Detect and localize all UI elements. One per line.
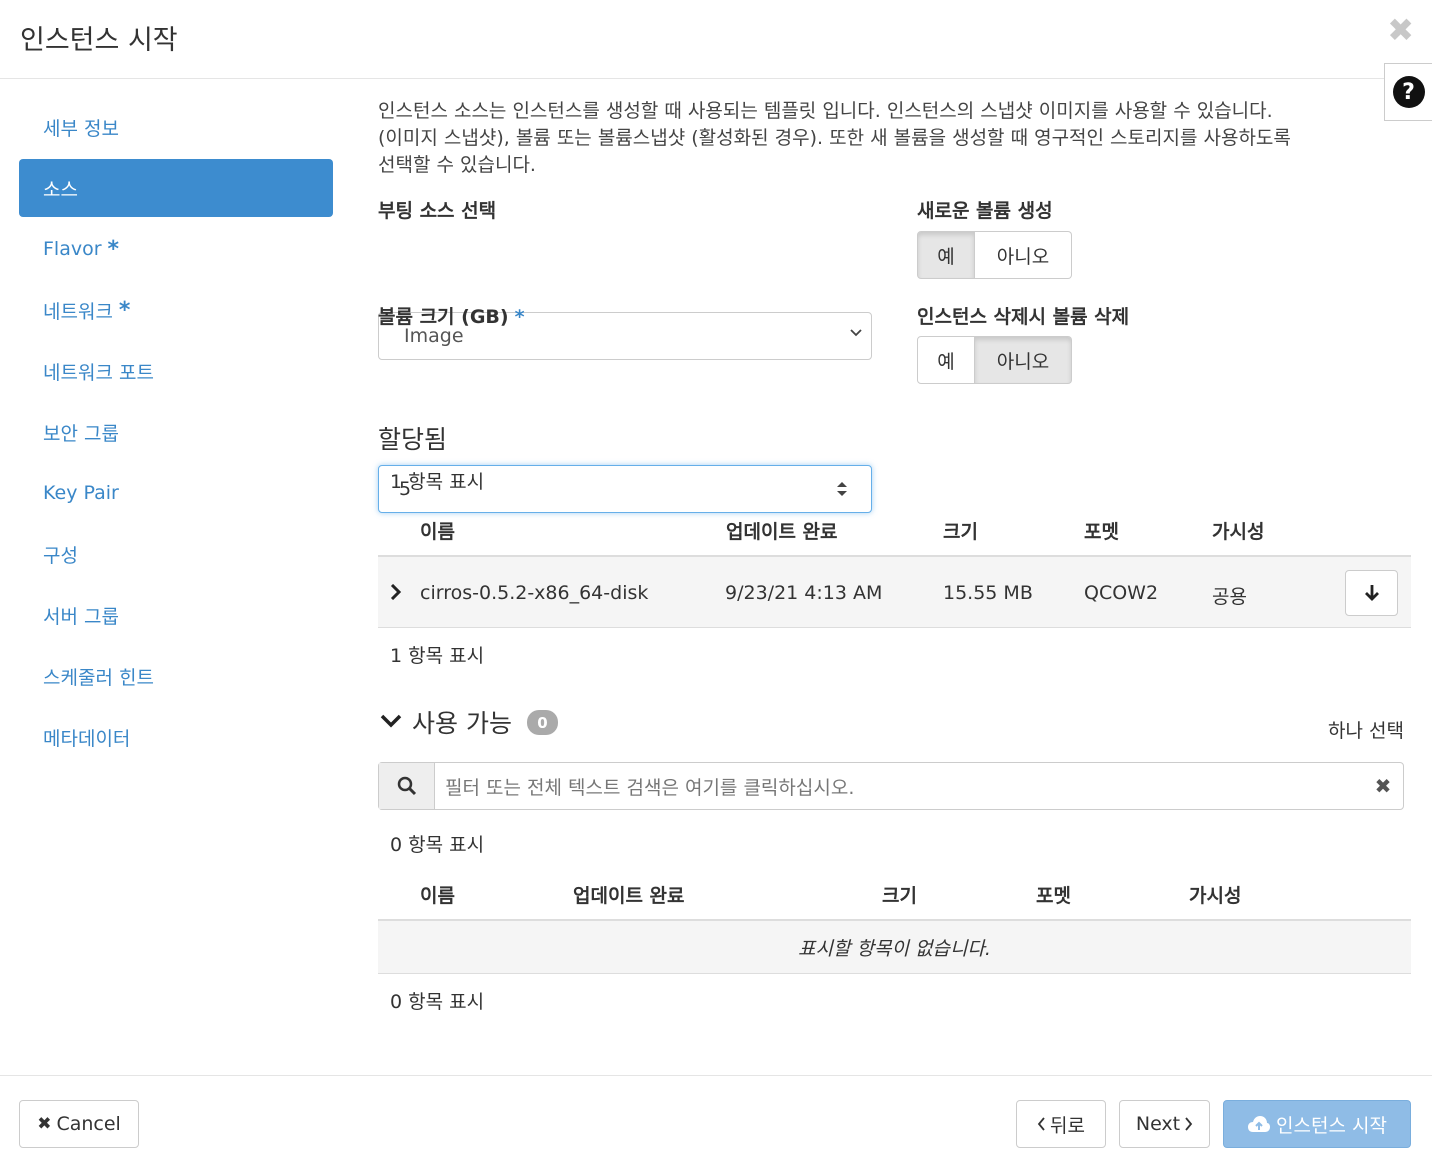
column-header-visibility[interactable]: 가시성 bbox=[1212, 517, 1264, 544]
column-header-updated[interactable]: 업데이트 완료 bbox=[726, 517, 838, 544]
dialog-footer: ✖ Cancel 뒤로 Next 인스턴스 시작 bbox=[0, 1075, 1432, 1172]
sidebar-item-network-ports[interactable]: 네트워크 포트 bbox=[19, 342, 333, 400]
sidebar-item-label: Flavor bbox=[43, 238, 102, 260]
wizard-sidebar: 세부 정보 소스 Flavor * 네트워크 * 네트워크 포트 보안 그룹 Key… bbox=[19, 98, 333, 769]
dialog-title: 인스턴스 시작 bbox=[20, 25, 178, 56]
chevron-down-icon bbox=[850, 329, 862, 337]
sidebar-item-label: 스케줄러 힌트 bbox=[43, 666, 154, 689]
allocated-title: 할당됨 bbox=[378, 425, 448, 454]
number-spinner-icon[interactable] bbox=[835, 479, 849, 499]
search-addon bbox=[379, 763, 435, 809]
available-count-top: 0 항목 표시 bbox=[390, 834, 485, 856]
row-visibility: 공용 bbox=[1212, 586, 1247, 608]
table-divider bbox=[378, 973, 1411, 974]
sidebar-item-flavor[interactable]: Flavor * bbox=[19, 220, 333, 278]
chevron-left-icon bbox=[1037, 1117, 1045, 1131]
column-header-size[interactable]: 크기 bbox=[943, 517, 978, 544]
sidebar-item-metadata[interactable]: 메타데이터 bbox=[19, 708, 333, 766]
sidebar-item-network[interactable]: 네트워크 * bbox=[19, 281, 333, 339]
sidebar-item-label: 소스 bbox=[43, 178, 78, 201]
search-icon bbox=[397, 776, 416, 796]
description-line: 인스턴스 소스는 인스턴스를 생성할 때 사용되는 템플릿 입니다. 인스턴스의… bbox=[378, 100, 1273, 122]
back-label: 뒤로 bbox=[1050, 1114, 1085, 1137]
empty-message: 표시할 항목이 없습니다. bbox=[378, 921, 1411, 973]
clear-filter-icon[interactable]: ✖ bbox=[1363, 763, 1403, 809]
available-title[interactable]: 사용 가능 bbox=[412, 704, 512, 740]
delete-volume-no-button[interactable]: 아니오 bbox=[975, 336, 1072, 384]
new-volume-yes-button[interactable]: 예 bbox=[917, 231, 975, 279]
source-description: 인스턴스 소스는 인스턴스를 생성할 때 사용되는 템플릿 입니다. 인스턴스의… bbox=[378, 98, 1378, 179]
search-input[interactable]: 필터 또는 전체 텍스트 검색은 여기를 클릭하십시오. bbox=[435, 763, 1363, 809]
column-header-updated[interactable]: 업데이트 완료 bbox=[573, 881, 685, 908]
allocated-count-top: 1 항목 표시 bbox=[390, 471, 485, 493]
available-count-badge: 0 bbox=[527, 710, 558, 735]
row-size: 15.55 MB bbox=[943, 582, 1033, 604]
deallocate-button[interactable] bbox=[1345, 570, 1398, 616]
available-count-bottom: 0 항목 표시 bbox=[390, 991, 485, 1013]
required-icon: * bbox=[514, 306, 525, 328]
column-header-visibility[interactable]: 가시성 bbox=[1189, 881, 1241, 908]
next-button[interactable]: Next bbox=[1119, 1100, 1210, 1148]
allocated-count-bottom: 1 항목 표시 bbox=[390, 645, 485, 667]
new-volume-toggle: 예 아니오 bbox=[917, 231, 1072, 279]
sidebar-item-details[interactable]: 세부 정보 bbox=[19, 98, 333, 156]
sidebar-item-server-groups[interactable]: 서버 그룹 bbox=[19, 586, 333, 644]
source-panel: 인스턴스 소스는 인스턴스를 생성할 때 사용되는 템플릿 입니다. 인스턴스의… bbox=[378, 98, 1411, 1013]
sidebar-item-label: Key Pair bbox=[43, 482, 119, 504]
next-label: Next bbox=[1135, 1113, 1181, 1135]
table-divider bbox=[378, 627, 1411, 628]
dialog-header: 인스턴스 시작 ✖ bbox=[0, 0, 1432, 79]
sidebar-item-configuration[interactable]: 구성 bbox=[19, 525, 333, 583]
back-button[interactable]: 뒤로 bbox=[1016, 1100, 1106, 1148]
volume-size-label-text: 볼륨 크기 (GB) bbox=[378, 306, 509, 328]
delete-volume-toggle: 예 아니오 bbox=[917, 336, 1072, 384]
close-icon[interactable]: ✖ bbox=[1387, 14, 1414, 46]
select-one-label: 하나 선택 bbox=[1328, 720, 1404, 742]
sidebar-item-label: 네트워크 bbox=[43, 300, 113, 323]
sidebar-item-label: 보안 그룹 bbox=[43, 422, 119, 445]
delete-volume-label: 인스턴스 삭제시 볼륨 삭제 bbox=[917, 306, 1130, 328]
close-icon: ✖ bbox=[37, 1114, 52, 1134]
arrow-down-icon bbox=[1364, 585, 1379, 601]
new-volume-no-button[interactable]: 아니오 bbox=[975, 231, 1072, 279]
sidebar-item-source[interactable]: 소스 bbox=[19, 159, 333, 217]
description-line: (이미지 스냅샷), 볼륨 또는 볼륨스냅샷 (활성화된 경우). 또한 새 볼… bbox=[378, 127, 1291, 149]
column-header-name[interactable]: 이름 bbox=[420, 517, 455, 544]
sidebar-item-label: 서버 그룹 bbox=[43, 605, 119, 628]
launch-label: 인스턴스 시작 bbox=[1276, 1114, 1387, 1137]
volume-size-label: 볼륨 크기 (GB) * bbox=[378, 302, 525, 329]
chevron-down-icon[interactable] bbox=[380, 713, 402, 729]
column-header-name[interactable]: 이름 bbox=[420, 881, 455, 908]
row-name: cirros-0.5.2-x86_64-disk bbox=[420, 582, 649, 604]
required-icon: * bbox=[107, 236, 120, 262]
sidebar-item-scheduler-hints[interactable]: 스케줄러 힌트 bbox=[19, 647, 333, 705]
delete-volume-yes-button[interactable]: 예 bbox=[917, 336, 975, 384]
boot-source-label: 부팅 소스 선택 bbox=[378, 200, 497, 222]
row-format: QCOW2 bbox=[1084, 582, 1159, 604]
sidebar-item-label: 구성 bbox=[43, 544, 78, 567]
description-line: 선택할 수 있습니다. bbox=[378, 154, 536, 176]
new-volume-label: 새로운 볼륨 생성 bbox=[917, 200, 1053, 222]
required-icon: * bbox=[118, 297, 131, 323]
launch-instance-button[interactable]: 인스턴스 시작 bbox=[1223, 1100, 1411, 1148]
filter-bar: 필터 또는 전체 텍스트 검색은 여기를 클릭하십시오. ✖ bbox=[378, 762, 1404, 810]
column-header-format[interactable]: 포멧 bbox=[1036, 881, 1071, 908]
cancel-button[interactable]: ✖ Cancel bbox=[19, 1100, 139, 1148]
sidebar-item-label: 네트워크 포트 bbox=[43, 361, 154, 384]
chevron-right-icon[interactable] bbox=[390, 584, 402, 600]
sidebar-item-label: 메타데이터 bbox=[43, 727, 131, 750]
cancel-label: Cancel bbox=[56, 1113, 121, 1135]
column-header-size[interactable]: 크기 bbox=[882, 881, 917, 908]
sidebar-item-security-groups[interactable]: 보안 그룹 bbox=[19, 403, 333, 461]
column-header-format[interactable]: 포멧 bbox=[1084, 517, 1119, 544]
cloud-upload-icon bbox=[1248, 1116, 1271, 1132]
sidebar-item-label: 세부 정보 bbox=[43, 117, 119, 140]
chevron-right-icon bbox=[1185, 1117, 1193, 1131]
sidebar-item-key-pair[interactable]: Key Pair bbox=[19, 464, 333, 522]
row-updated: 9/23/21 4:13 AM bbox=[725, 582, 883, 604]
